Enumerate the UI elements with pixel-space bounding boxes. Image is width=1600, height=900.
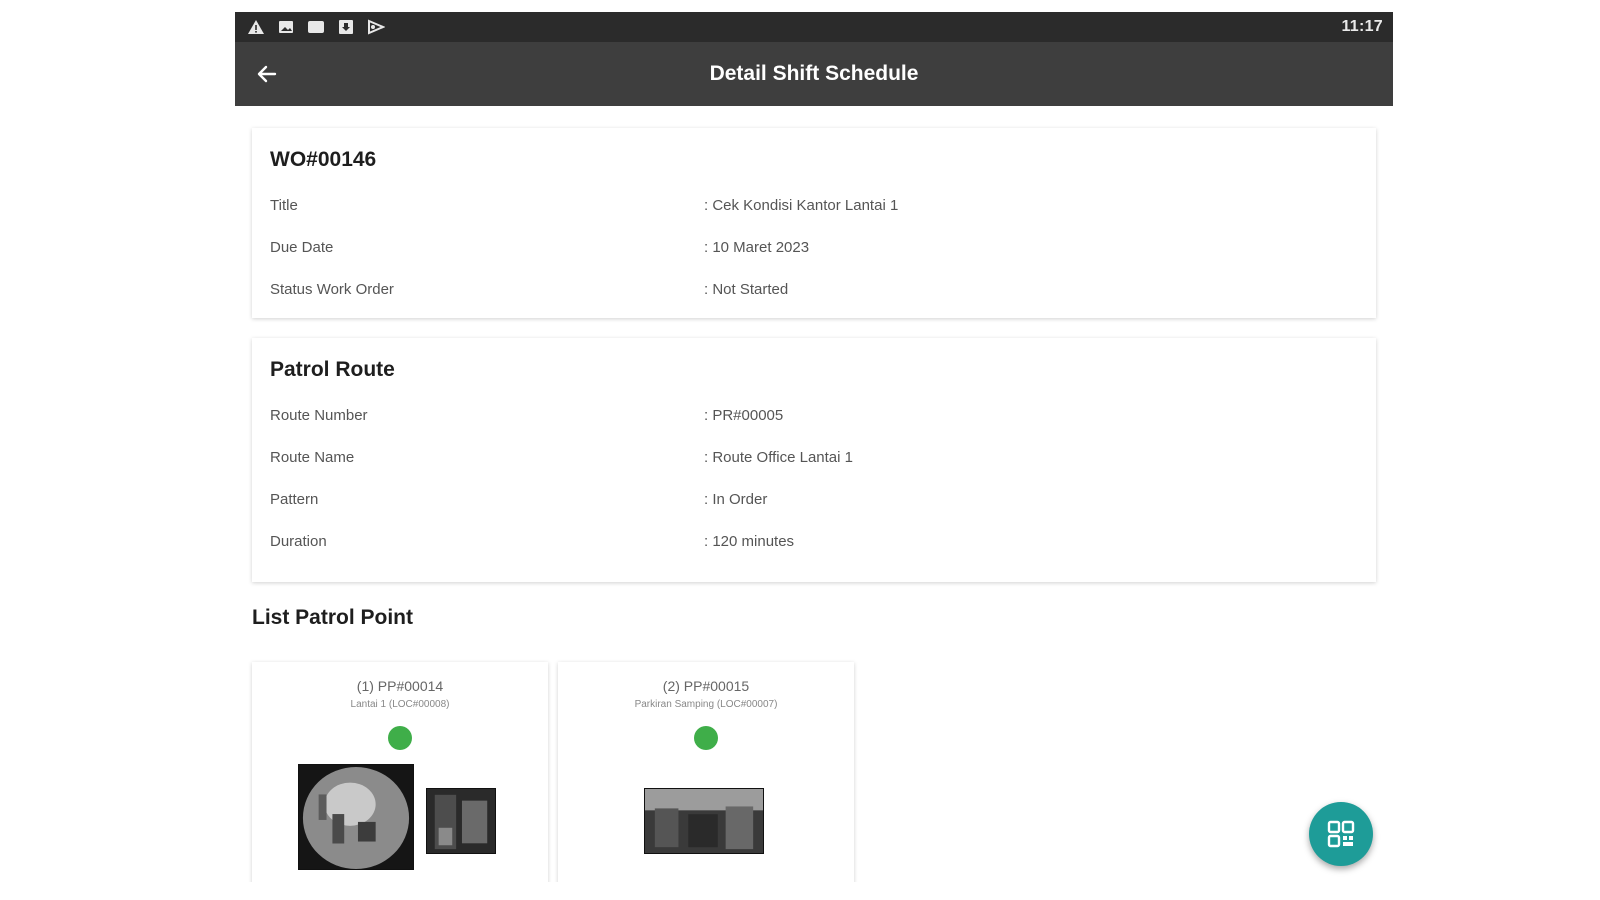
patrol-point-location: Parkiran Samping (LOC#00007) bbox=[634, 699, 778, 710]
info-value: : Cek Kondisi Kantor Lantai 1 bbox=[704, 196, 899, 214]
patrol-photo[interactable] bbox=[644, 788, 764, 854]
cast-icon bbox=[367, 19, 385, 35]
info-row: Route Number : PR#00005 bbox=[270, 394, 1358, 436]
info-value: : Route Office Lantai 1 bbox=[704, 448, 853, 466]
status-time: 11:17 bbox=[1341, 18, 1383, 35]
info-value: : 120 minutes bbox=[704, 532, 795, 550]
patrol-point-list-title: List Patrol Point bbox=[252, 606, 414, 629]
status-dot bbox=[694, 726, 718, 750]
work-order-number: WO#00146 bbox=[270, 148, 377, 171]
info-label: Route Name bbox=[270, 448, 355, 466]
warning-icon bbox=[247, 19, 265, 35]
info-label: Title bbox=[270, 196, 298, 214]
patrol-point-code: (2) PP#00015 bbox=[662, 678, 750, 694]
scan-qr-button[interactable] bbox=[1309, 802, 1373, 866]
info-label: Due Date bbox=[270, 238, 334, 256]
info-label: Duration bbox=[270, 532, 327, 550]
download-icon bbox=[337, 19, 355, 35]
patrol-point-code: (1) PP#00014 bbox=[356, 678, 444, 694]
info-row: Pattern : In Order bbox=[270, 478, 1358, 520]
patrol-point-card[interactable]: (2) PP#00015 Parkiran Samping (LOC#00007… bbox=[558, 662, 854, 882]
info-row: Status Work Order : Not Started bbox=[270, 268, 1358, 310]
info-row: Due Date : 10 Maret 2023 bbox=[270, 226, 1358, 268]
info-value: : 10 Maret 2023 bbox=[704, 238, 810, 256]
work-order-card: WO#00146 Title : Cek Kondisi Kantor Lant… bbox=[252, 128, 1376, 318]
message-icon bbox=[307, 19, 325, 35]
device-screen: 11:17 Detail Shift Schedule WO#00146 Tit… bbox=[235, 12, 1393, 882]
photo-gallery bbox=[558, 750, 854, 870]
info-row: Route Name : Route Office Lantai 1 bbox=[270, 436, 1358, 478]
info-label: Status Work Order bbox=[270, 280, 394, 298]
patrol-route-title: Patrol Route bbox=[270, 358, 395, 381]
info-value: : PR#00005 bbox=[704, 406, 784, 424]
info-value: : Not Started bbox=[704, 280, 789, 298]
patrol-route-card: Patrol Route Route Number : PR#00005 Rou… bbox=[252, 338, 1376, 582]
info-row: Duration : 120 minutes bbox=[270, 520, 1358, 562]
status-bar: 11:17 bbox=[235, 12, 1393, 42]
info-label: Route Number bbox=[270, 406, 368, 424]
patrol-photo[interactable] bbox=[298, 764, 414, 870]
back-button[interactable] bbox=[249, 56, 285, 92]
patrol-point-card[interactable]: (1) PP#00014 Lantai 1 (LOC#00008) bbox=[252, 662, 548, 882]
info-row: Title : Cek Kondisi Kantor Lantai 1 bbox=[270, 184, 1358, 226]
arrow-left-icon bbox=[257, 65, 277, 83]
info-value: : In Order bbox=[704, 490, 768, 508]
status-icons bbox=[247, 19, 385, 35]
patrol-photo[interactable] bbox=[426, 788, 496, 854]
page-title: Detail Shift Schedule bbox=[709, 62, 919, 85]
app-bar: Detail Shift Schedule bbox=[235, 42, 1393, 106]
photo-gallery bbox=[252, 750, 548, 870]
status-dot bbox=[388, 726, 412, 750]
patrol-point-location: Lantai 1 (LOC#00008) bbox=[350, 699, 450, 710]
info-label: Pattern bbox=[270, 490, 319, 508]
qr-code-icon bbox=[1327, 820, 1355, 848]
image-icon bbox=[277, 19, 295, 35]
